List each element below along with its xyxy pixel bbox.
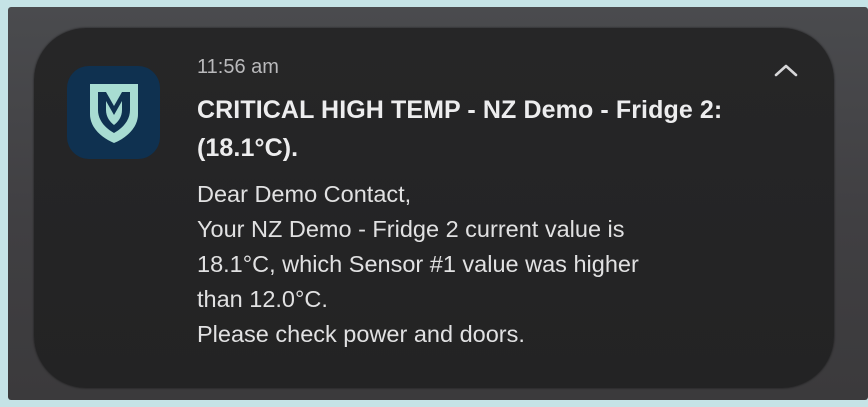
notification-shade: 11:56 am CRITICAL HIGH TEMP - NZ Demo - … (8, 7, 868, 400)
notification-card[interactable]: 11:56 am CRITICAL HIGH TEMP - NZ Demo - … (34, 28, 834, 388)
body-line: Dear Demo Contact, (197, 181, 412, 207)
chevron-up-icon (774, 64, 798, 77)
body-line: 18.1°C, which Sensor #1 value was higher (197, 251, 639, 277)
body-line: Your NZ Demo - Fridge 2 current value is (197, 216, 625, 242)
notification-title: CRITICAL HIGH TEMP - NZ Demo - Fridge 2:… (197, 96, 723, 162)
notification-time: 11:56 am (197, 56, 279, 78)
body-line: than 12.0°C. (197, 286, 328, 312)
app-icon (67, 66, 160, 159)
body-line: Please check power and doors. (197, 321, 525, 347)
collapse-button[interactable] (769, 55, 803, 85)
notification-body: Dear Demo Contact, Your NZ Demo - Fridge… (197, 177, 797, 352)
shield-m-logo-icon (89, 83, 138, 143)
